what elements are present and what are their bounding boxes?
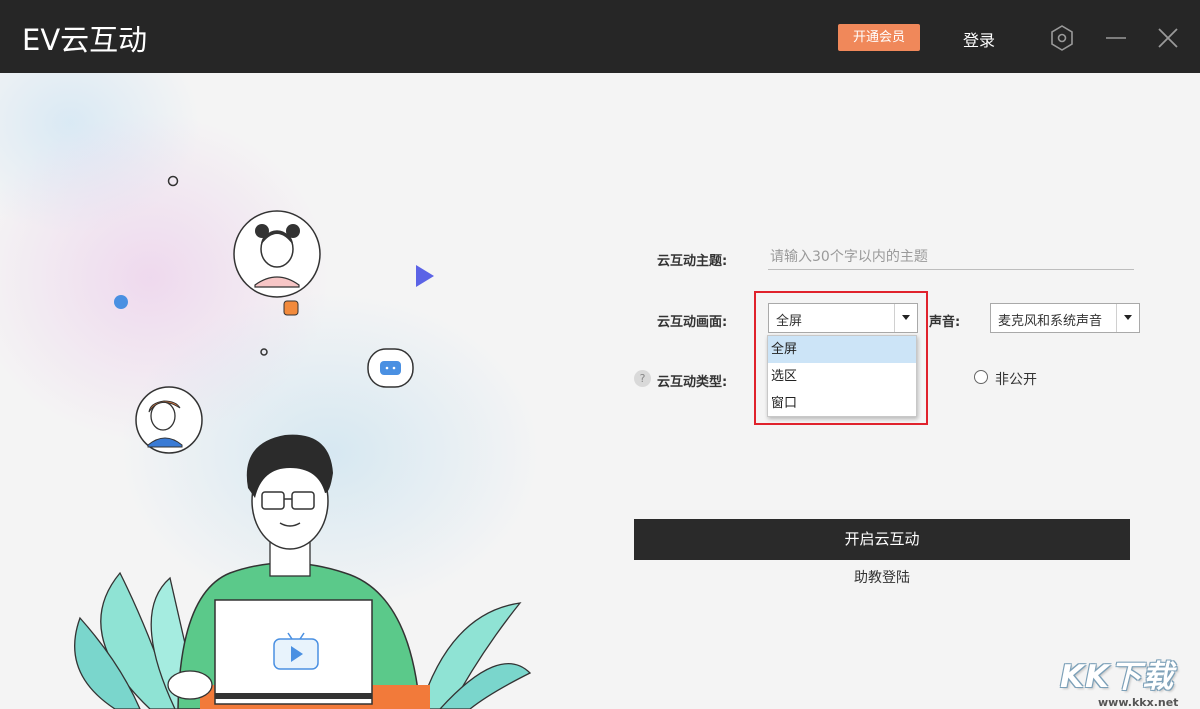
login-button[interactable]: 登录	[963, 27, 995, 51]
assistant-login-link[interactable]: 助教登陆	[634, 567, 1130, 587]
sound-label: 声音:	[929, 315, 961, 330]
app-title: EV云互动	[22, 23, 148, 57]
chevron-down-icon[interactable]	[1116, 304, 1139, 332]
highlight-annotation-box	[754, 291, 928, 425]
help-icon[interactable]: ?	[634, 370, 651, 387]
watermark-url: www.kkx.net	[1098, 696, 1179, 709]
screen-label: 云互动画面:	[657, 315, 728, 330]
start-interaction-button[interactable]: 开启云互动	[634, 519, 1130, 560]
settings-hexagon-icon[interactable]	[1049, 24, 1075, 52]
main-panel: 云互动主题: 云互动画面: 全屏 声音: 麦克风和系统声音 ? 云互动类型: 非…	[0, 73, 1200, 709]
minimize-icon[interactable]	[1104, 28, 1128, 48]
sound-select[interactable]: 麦克风和系统声音	[990, 303, 1140, 333]
topic-input[interactable]	[768, 245, 1134, 270]
topic-label: 云互动主题:	[657, 254, 728, 269]
close-icon[interactable]	[1156, 26, 1180, 50]
private-radio[interactable]	[974, 370, 988, 384]
sound-select-value: 麦克风和系统声音	[998, 314, 1103, 329]
type-label: 云互动类型:	[657, 375, 728, 390]
title-bar: EV云互动 开通会员 登录	[0, 0, 1200, 73]
private-radio-label[interactable]: 非公开	[995, 369, 1037, 389]
watermark-logo: KK下载	[1060, 659, 1175, 695]
hero-illustration	[74, 175, 532, 709]
open-membership-button[interactable]: 开通会员	[838, 24, 920, 51]
